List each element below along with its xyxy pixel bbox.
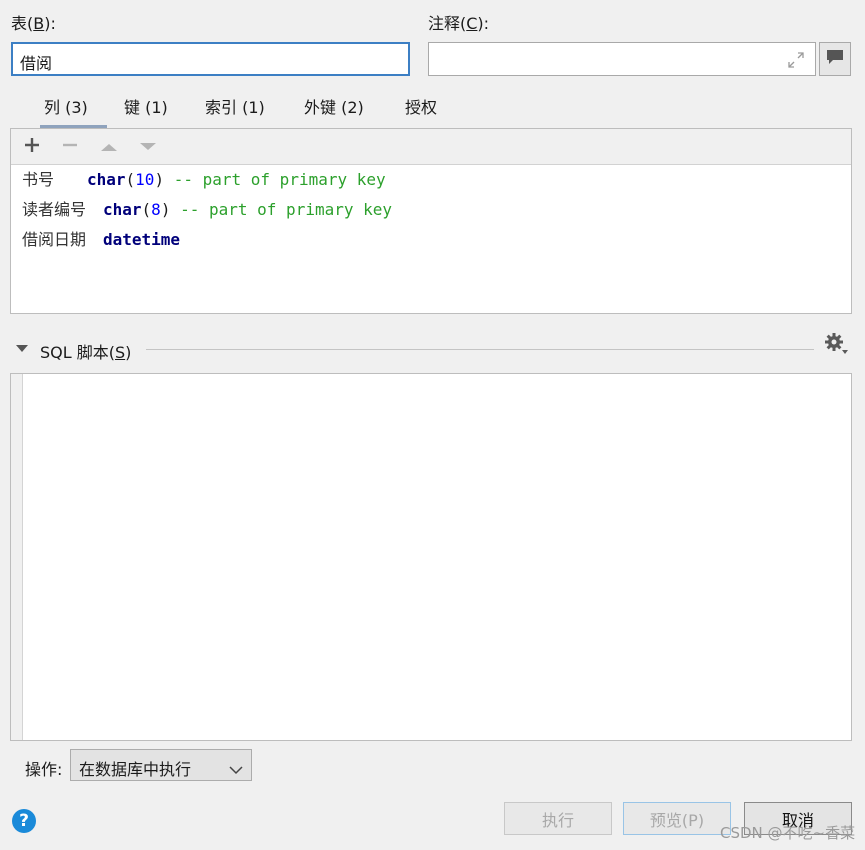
speech-bubble-icon [825,48,845,70]
operation-label: 操作: [25,760,63,779]
preview-button[interactable]: 预览(P) [623,802,731,835]
operation-select-value: 在数据库中执行 [79,760,192,779]
minus-icon [62,137,78,157]
column-type: datetime [103,230,181,249]
sql-line-gutter [11,374,23,740]
move-up-button[interactable] [99,137,119,157]
tab-foreign-keys[interactable]: 外键 (2) [304,96,364,120]
column-row[interactable]: 借阅日期 datetime [22,229,180,251]
columns-toolbar [11,129,851,165]
tab-keys[interactable]: 键 (1) [124,96,168,120]
expand-icon[interactable] [787,51,805,69]
column-row[interactable]: 书号 char(10) -- part of primary key [22,169,386,191]
table-label: 表(B): [11,14,56,33]
column-comment: -- part of primary key [180,200,393,219]
gear-icon[interactable] [823,331,849,361]
column-name: 书号 [22,170,55,189]
remove-column-button[interactable] [60,137,80,157]
column-row[interactable]: 读者编号 char(8) -- part of primary key [22,199,392,221]
paren-close: ) [160,200,171,219]
column-name: 借阅日期 [22,230,87,249]
tab-permissions[interactable]: 授权 [405,96,437,120]
triangle-down-icon [139,138,157,157]
comment-button[interactable] [819,42,851,76]
collapse-sql-toggle[interactable] [14,341,30,360]
chevron-down-icon [229,760,243,779]
add-column-button[interactable] [22,137,42,157]
column-comment: -- part of primary key [173,170,386,189]
paren-open: ( [125,170,136,189]
triangle-up-icon [100,138,118,157]
triangle-down-icon [14,341,30,360]
column-type: char [87,170,126,189]
comment-label: 注释(C): [428,14,490,33]
column-type: char [103,200,142,219]
paren-close: ) [154,170,165,189]
tab-indexes[interactable]: 索引 (1) [205,96,265,120]
sql-editor[interactable] [10,373,852,741]
move-down-button[interactable] [138,137,158,157]
plus-icon [24,137,40,157]
column-size: 10 [135,170,155,189]
watermark: CSDN @不吃~香菜 [720,824,856,842]
comment-input[interactable] [428,42,816,76]
tab-columns[interactable]: 列 (3) [44,96,88,120]
help-icon[interactable]: ? [12,809,36,833]
sql-section-title: SQL 脚本(S) [40,343,132,362]
operation-select[interactable]: 在数据库中执行 [70,749,252,781]
table-name-input[interactable]: 借阅 [11,42,410,76]
paren-open: ( [141,200,152,219]
column-name: 读者编号 [22,200,87,219]
run-button[interactable]: 执行 [504,802,612,835]
column-size: 8 [151,200,161,219]
divider [146,349,814,350]
